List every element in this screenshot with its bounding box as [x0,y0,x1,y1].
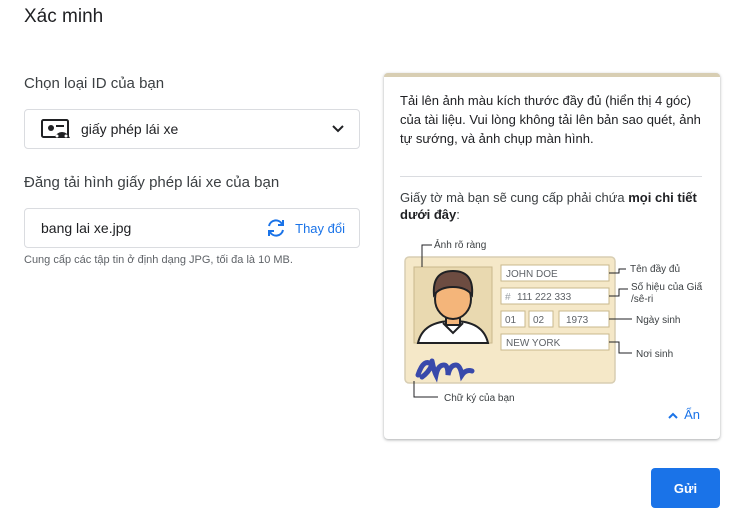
id-type-label: Chọn loại ID của bạn [24,75,165,92]
callout-number-line1: Số hiệu của Giấ [631,281,703,293]
chevron-down-icon [331,122,345,136]
upload-hint: Cung cấp các tập tin ở định dạng JPG, tố… [24,254,293,266]
field-place-text: NEW YORK [506,338,561,349]
collapse-label: Ẩn [684,407,700,422]
chevron-up-icon [668,407,678,422]
requirements-suffix: : [456,207,460,222]
collapse-button[interactable]: Ẩn [668,407,700,422]
callout-photo: Ảnh rõ ràng [434,238,486,251]
file-upload-field: bang lai xe.jpg Thay đổi [24,208,360,248]
info-card: Tải lên ảnh màu kích thước đầy đủ (hiển … [384,73,720,439]
field-number-prefix: # [505,292,511,303]
page-title: Xác minh [24,6,104,27]
callout-pob: Nơi sinh [636,349,673,360]
id-type-select[interactable]: giấy phép lái xe [24,109,360,149]
callout-dob: Ngày sinh [636,315,680,326]
upload-instructions: Tải lên ảnh màu kích thước đầy đủ (hiển … [400,93,701,146]
requirements-prefix: Giấy tờ mà bạn sẽ cung cấp phải chứa [400,190,629,205]
callout-name: Tên đầy đủ [630,263,680,275]
change-file-label: Thay đổi [295,220,345,236]
field-year-text: 1973 [566,315,589,326]
field-month-text: 02 [533,315,545,326]
change-file-button[interactable]: Thay đổi [265,217,345,239]
callout-signature: Chữ ký của bạn [444,392,515,404]
field-day-text: 01 [505,315,517,326]
id-card-illustration: JOHN DOE # 111 222 333 01 02 1973 NEW YO… [404,238,703,404]
divider [400,176,702,177]
id-card-icon [41,119,71,139]
requirements-text: Giấy tờ mà bạn sẽ cung cấp phải chứa mọi… [400,189,706,223]
upload-label: Đăng tải hình giấy phép lái xe của bạn [24,174,280,191]
id-type-selected: giấy phép lái xe [81,121,179,137]
refresh-icon [265,217,287,239]
submit-button[interactable]: Gửi [651,468,720,508]
file-name: bang lai xe.jpg [41,220,132,236]
callout-number-line2: /sê-ri [631,294,653,305]
field-name-text: JOHN DOE [506,269,558,280]
field-number-text: 111 222 333 [517,292,572,303]
